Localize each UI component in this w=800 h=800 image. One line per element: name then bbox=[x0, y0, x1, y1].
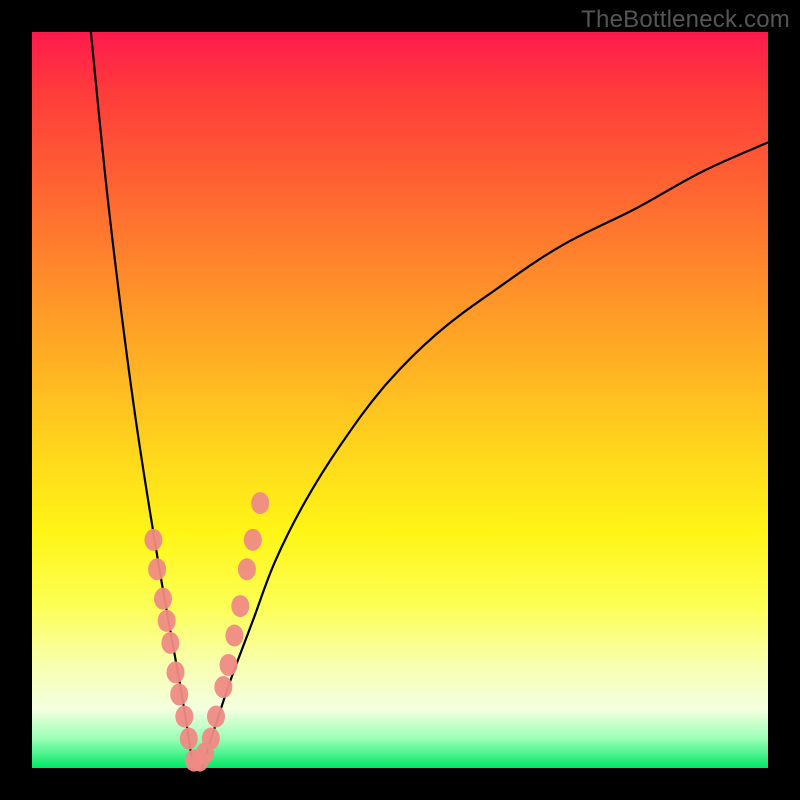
marker-point bbox=[220, 654, 238, 676]
marker-point bbox=[167, 661, 185, 683]
marker-point bbox=[154, 588, 172, 610]
marker-point bbox=[251, 492, 269, 514]
marker-point bbox=[180, 728, 198, 750]
marker-point bbox=[148, 558, 166, 580]
marker-point bbox=[238, 558, 256, 580]
marker-group bbox=[144, 492, 269, 772]
marker-point bbox=[207, 705, 225, 727]
marker-point bbox=[202, 728, 220, 750]
marker-point bbox=[244, 529, 262, 551]
marker-point bbox=[214, 676, 232, 698]
marker-point bbox=[158, 610, 176, 632]
chart-frame: TheBottleneck.com bbox=[0, 0, 800, 800]
marker-point bbox=[161, 632, 179, 654]
marker-point bbox=[231, 595, 249, 617]
marker-point bbox=[170, 683, 188, 705]
curve-svg bbox=[32, 32, 768, 768]
marker-point bbox=[144, 529, 162, 551]
marker-point bbox=[175, 705, 193, 727]
watermark-text: TheBottleneck.com bbox=[581, 6, 790, 34]
marker-point bbox=[225, 625, 243, 647]
bottleneck-curve bbox=[91, 32, 768, 773]
plot-area bbox=[32, 32, 768, 768]
